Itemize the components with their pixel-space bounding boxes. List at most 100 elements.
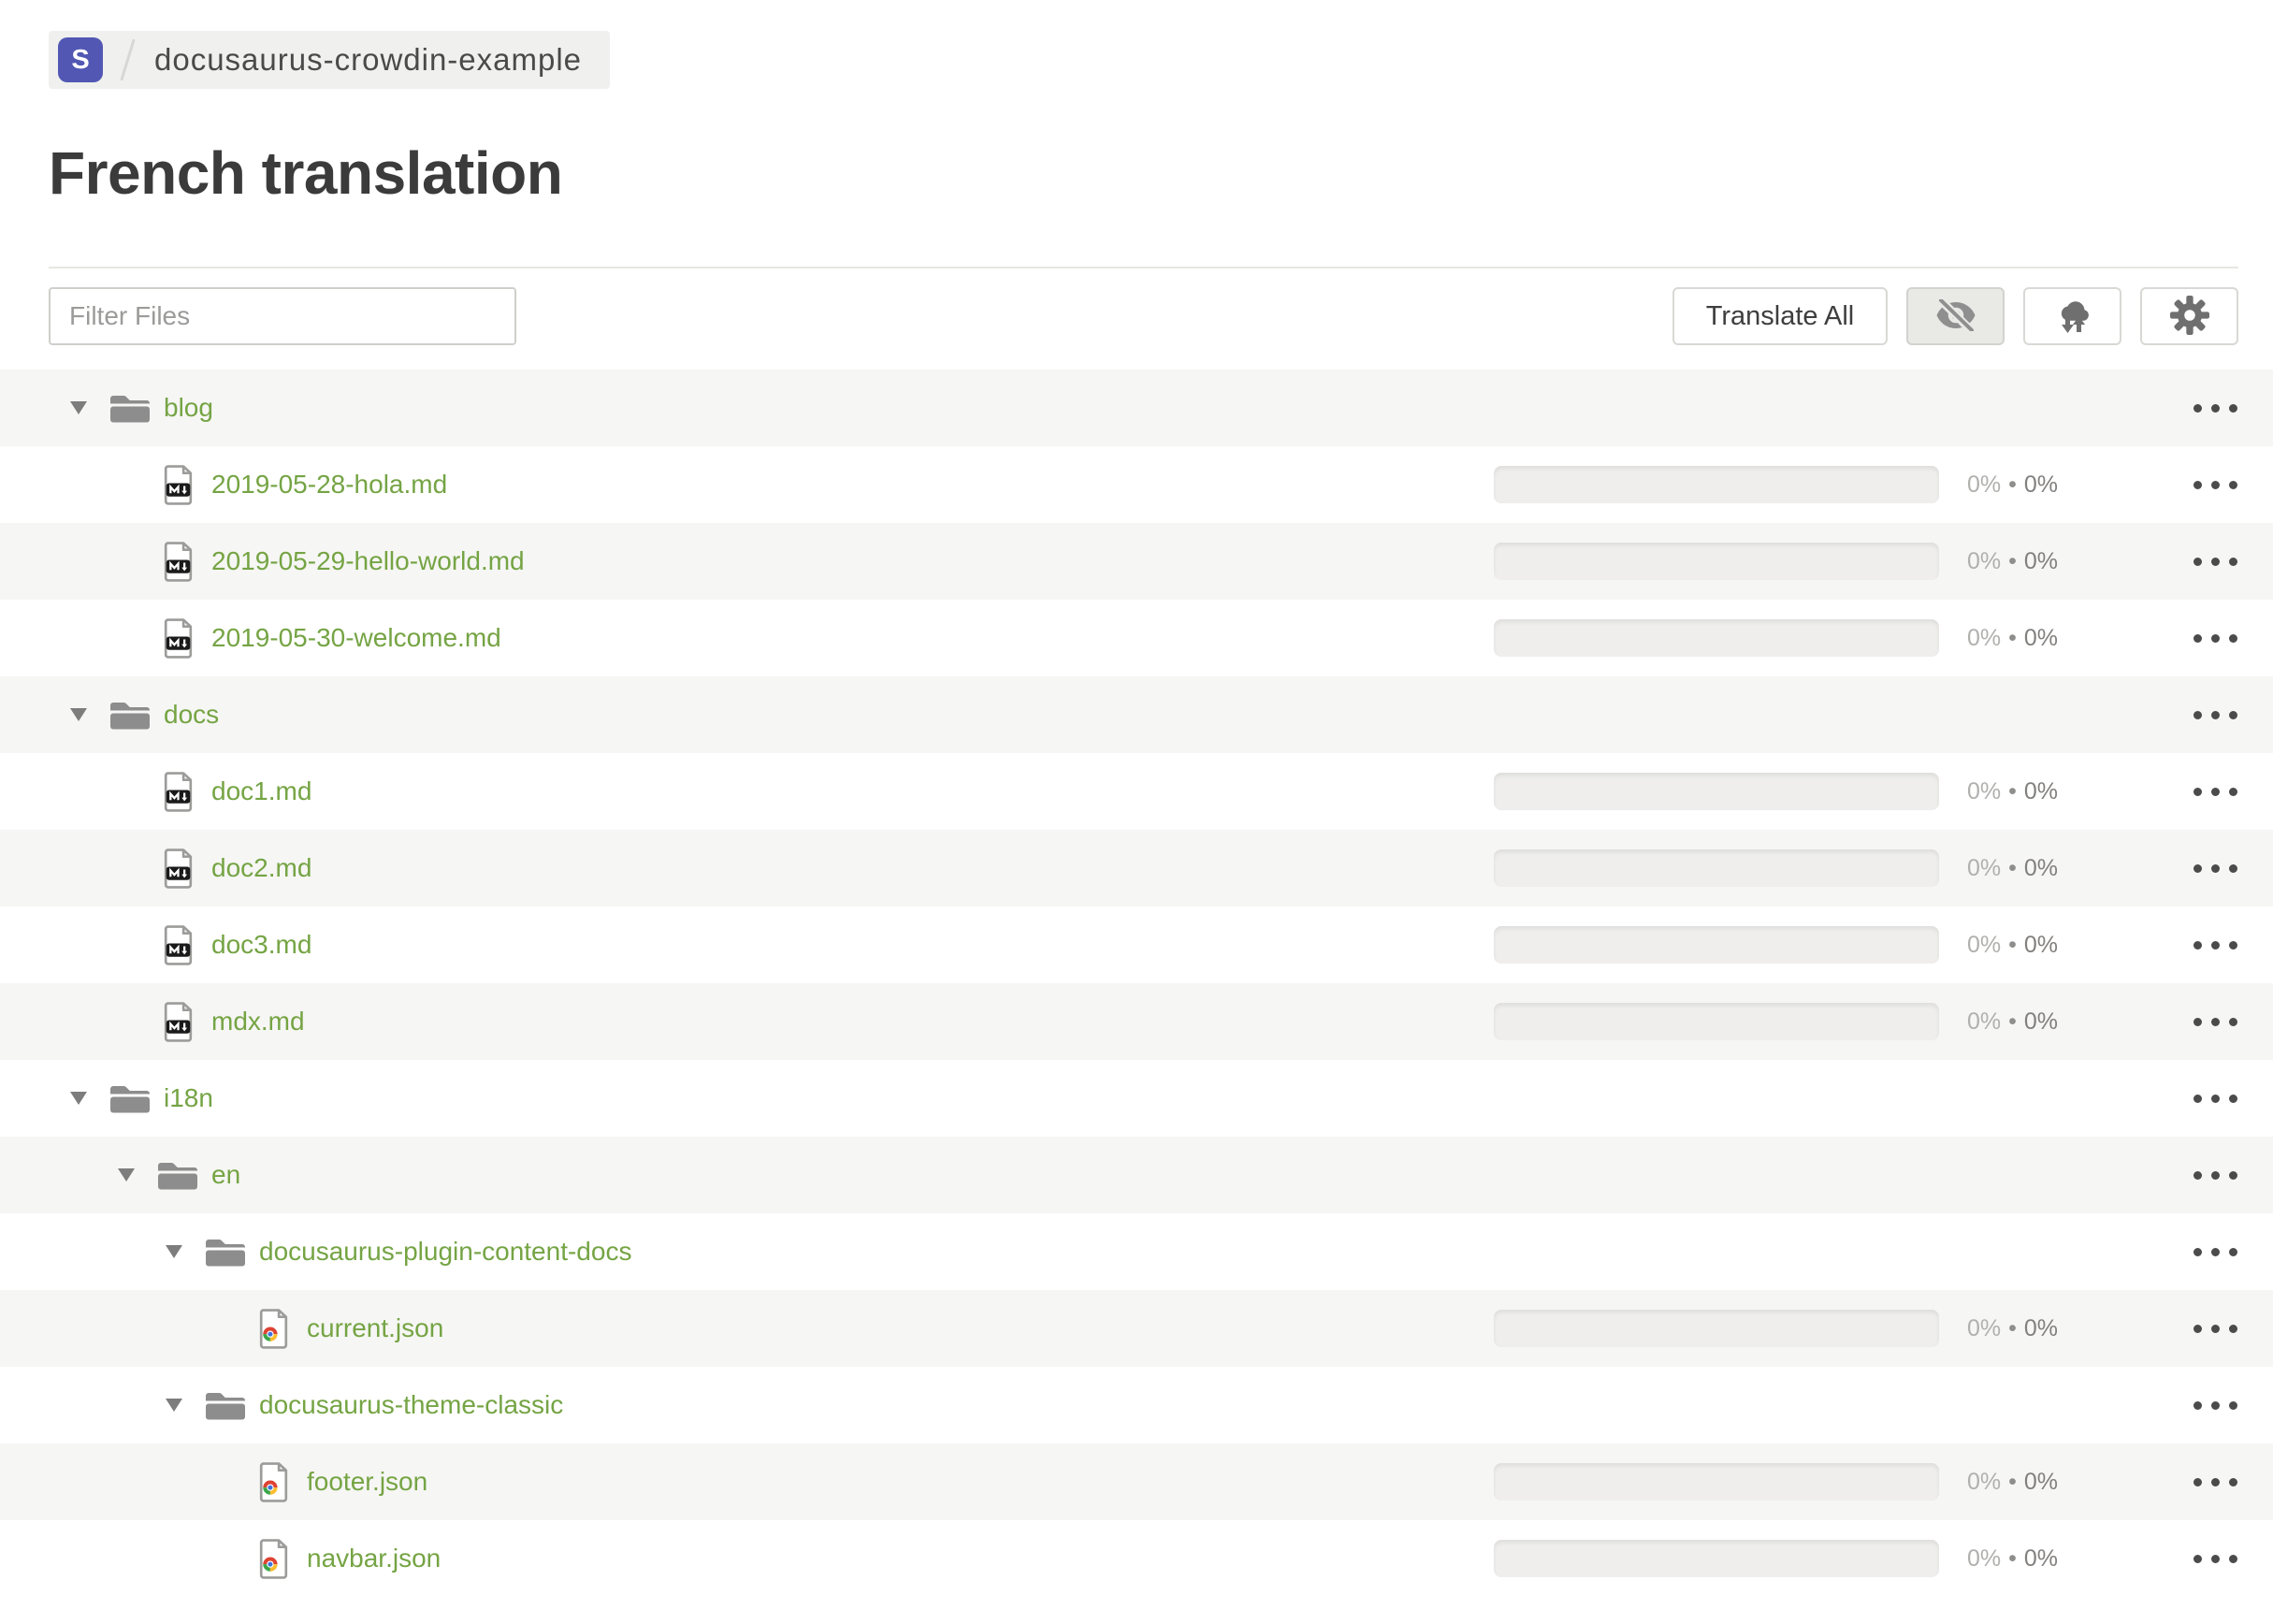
ellipsis-icon: [2210, 787, 2220, 796]
row-menu-button[interactable]: [2192, 851, 2238, 886]
breadcrumb-project-name[interactable]: docusaurus-crowdin-example: [154, 42, 582, 78]
row-label[interactable]: 2019-05-28-hola.md: [211, 470, 447, 500]
row-menu-button[interactable]: [2192, 1081, 2238, 1116]
row-label[interactable]: doc1.md: [211, 776, 311, 806]
folder-icon: [156, 1158, 199, 1192]
ellipsis-icon: [2228, 480, 2237, 489]
hide-completed-toggle-button[interactable]: [1906, 287, 2005, 345]
chevron-down-icon[interactable]: [69, 1092, 88, 1105]
row-menu-button[interactable]: [2192, 1158, 2238, 1193]
markdown-file-icon: [162, 464, 195, 506]
ellipsis-icon: [2193, 1247, 2202, 1256]
row-label[interactable]: blog: [164, 393, 213, 423]
row-label[interactable]: docusaurus-theme-classic: [259, 1390, 563, 1420]
progress-text: 0% • 0%: [1967, 471, 2059, 498]
progress-text: 0% • 0%: [1967, 931, 2059, 958]
row-label[interactable]: en: [211, 1160, 240, 1190]
row-menu-button[interactable]: [2192, 1005, 2238, 1039]
row-menu-button[interactable]: [2192, 544, 2238, 579]
row-label[interactable]: doc3.md: [211, 930, 311, 960]
row-right: [1494, 1386, 2238, 1424]
sync-files-button[interactable]: [2023, 287, 2121, 345]
ellipsis-icon: [2210, 1170, 2220, 1180]
chevron-down-icon[interactable]: [69, 401, 88, 414]
table-row[interactable]: docs: [0, 676, 2273, 753]
row-menu-button[interactable]: [2192, 1542, 2238, 1576]
project-badge[interactable]: S: [58, 37, 103, 82]
table-row[interactable]: footer.json 0% • 0%: [0, 1443, 2273, 1520]
table-row[interactable]: en: [0, 1137, 2273, 1213]
ellipsis-icon: [2193, 863, 2202, 873]
table-row[interactable]: docusaurus-plugin-content-docs: [0, 1213, 2273, 1290]
ellipsis-icon: [2193, 403, 2202, 413]
table-row[interactable]: doc3.md 0% • 0%: [0, 906, 2273, 983]
table-row[interactable]: navbar.json 0% • 0%: [0, 1520, 2273, 1597]
table-row[interactable]: current.json 0% • 0%: [0, 1290, 2273, 1367]
row-icon-box: [204, 1235, 247, 1269]
row-menu-button[interactable]: [2192, 1312, 2238, 1346]
table-row[interactable]: 2019-05-29-hello-world.md 0% • 0%: [0, 523, 2273, 600]
chevron-down-icon[interactable]: [117, 1168, 136, 1182]
ellipsis-icon: [2210, 1477, 2220, 1486]
folder-icon: [109, 391, 152, 425]
progress-bar: [1494, 926, 1939, 964]
row-label[interactable]: footer.json: [307, 1467, 427, 1497]
row-right: 0% • 0%: [1494, 619, 2238, 657]
row-label[interactable]: docs: [164, 700, 219, 730]
table-row[interactable]: docusaurus-theme-classic: [0, 1367, 2273, 1443]
row-icon-box: [156, 771, 199, 813]
row-menu-button[interactable]: [2192, 1465, 2238, 1500]
settings-button[interactable]: [2140, 287, 2238, 345]
progress-text: 0% • 0%: [1967, 1314, 2059, 1341]
table-row[interactable]: 2019-05-28-hola.md 0% • 0%: [0, 446, 2273, 523]
row-label[interactable]: docusaurus-plugin-content-docs: [259, 1237, 631, 1267]
row-icon-box: [252, 1538, 295, 1580]
row-label[interactable]: mdx.md: [211, 1007, 305, 1037]
json-file-icon: [257, 1308, 290, 1350]
row-label[interactable]: 2019-05-29-hello-world.md: [211, 546, 525, 576]
ellipsis-icon: [2228, 710, 2237, 719]
translate-all-button[interactable]: Translate All: [1672, 287, 1888, 345]
row-label[interactable]: i18n: [164, 1083, 213, 1113]
table-row[interactable]: blog: [0, 370, 2273, 446]
row-menu-button[interactable]: [2192, 468, 2238, 502]
ellipsis-icon: [2228, 1400, 2237, 1410]
row-menu-button[interactable]: [2192, 698, 2238, 732]
progress-text: 0% • 0%: [1967, 1008, 2059, 1035]
json-file-icon: [257, 1461, 290, 1503]
row-menu-button[interactable]: [2192, 775, 2238, 809]
table-row[interactable]: doc1.md 0% • 0%: [0, 753, 2273, 830]
row-label[interactable]: current.json: [307, 1313, 443, 1343]
progress-text: 0% • 0%: [1967, 547, 2059, 574]
row-right: [1494, 1156, 2238, 1194]
ellipsis-icon: [2193, 1554, 2202, 1563]
row-icon-box: [156, 464, 199, 506]
toolbar-actions: Translate All: [1672, 287, 2238, 345]
row-icon-box: [204, 1388, 247, 1422]
ellipsis-icon: [2228, 633, 2237, 643]
chevron-down-icon[interactable]: [165, 1245, 183, 1258]
row-menu-button[interactable]: [2192, 928, 2238, 963]
table-row[interactable]: doc2.md 0% • 0%: [0, 830, 2273, 906]
row-menu-button[interactable]: [2192, 391, 2238, 426]
progress-text: 0% • 0%: [1967, 1468, 2059, 1495]
filter-files-input[interactable]: [49, 287, 516, 345]
row-icon-box: [156, 617, 199, 660]
gear-icon: [2169, 295, 2209, 338]
table-row[interactable]: mdx.md 0% • 0%: [0, 983, 2273, 1060]
row-label[interactable]: navbar.json: [307, 1544, 441, 1573]
row-label[interactable]: 2019-05-30-welcome.md: [211, 623, 501, 653]
row-menu-button[interactable]: [2192, 1235, 2238, 1269]
row-icon-box: [156, 541, 199, 583]
table-row[interactable]: i18n: [0, 1060, 2273, 1137]
row-menu-button[interactable]: [2192, 1388, 2238, 1423]
table-row[interactable]: 2019-05-30-welcome.md 0% • 0%: [0, 600, 2273, 676]
chevron-down-icon[interactable]: [69, 708, 88, 721]
row-right: 0% • 0%: [1494, 1463, 2238, 1501]
chevron-down-icon[interactable]: [165, 1399, 183, 1412]
progress-text: 0% • 0%: [1967, 1544, 2059, 1572]
row-label[interactable]: doc2.md: [211, 853, 311, 883]
ellipsis-icon: [2193, 1477, 2202, 1486]
ellipsis-icon: [2193, 557, 2202, 566]
row-menu-button[interactable]: [2192, 621, 2238, 656]
